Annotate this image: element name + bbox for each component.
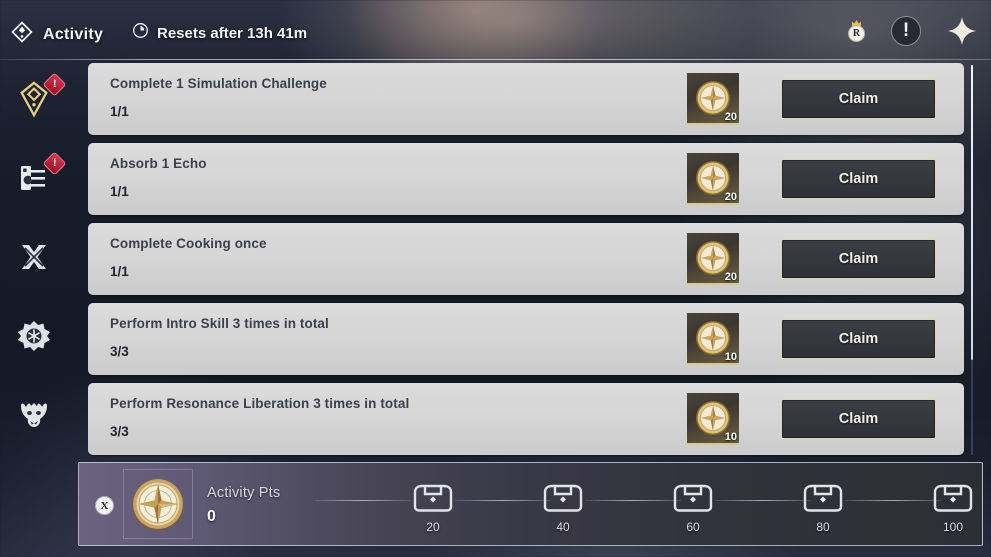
table-row[interactable]: Perform Resonance Liberation 3 times in …	[88, 383, 964, 455]
clock-icon	[132, 22, 149, 44]
scroll-board-icon: !	[14, 151, 67, 198]
dragon-head-icon	[14, 395, 54, 435]
page-title-label: Activity	[43, 25, 104, 43]
task-progress: 3/3	[110, 344, 129, 359]
claim-button[interactable]: Claim	[781, 399, 936, 439]
compass-medal-icon: 10	[687, 313, 739, 365]
sidebar-item-events[interactable]	[0, 297, 68, 375]
task-title: Complete 1 Simulation Challenge	[110, 76, 327, 91]
header-divider	[0, 59, 991, 60]
milestone-value: 20	[426, 520, 440, 534]
chest-icon	[933, 484, 973, 512]
milestone-connector	[715, 500, 811, 501]
sidebar-item-activity[interactable]: !	[0, 60, 68, 138]
header-bar: Activity Resets after 13h 41m R !	[0, 0, 991, 60]
scrollbar-thumb[interactable]	[971, 65, 973, 360]
milestone-value: 60	[686, 520, 700, 534]
sidebar-item-bestiary[interactable]	[0, 376, 68, 454]
milestone-connector	[455, 500, 551, 501]
sidebar-item-combat[interactable]	[0, 218, 68, 296]
notification-mark: !	[52, 156, 57, 169]
activity-diamond-icon	[10, 20, 34, 49]
gold-diamond-icon: !	[14, 72, 67, 119]
sidebar-selection-indicator	[68, 122, 70, 204]
task-list[interactable]: Complete 1 Simulation Challenge 1/1 20 C…	[88, 63, 964, 457]
milestone-40[interactable]: 40	[541, 483, 585, 534]
claim-button[interactable]: Claim	[781, 159, 936, 199]
milestone-20[interactable]: 20	[411, 483, 455, 534]
task-title: Absorb 1 Echo	[110, 156, 207, 171]
compass-medal-icon: 20	[687, 73, 739, 125]
header-icon-group: R !	[847, 10, 979, 52]
crowned-r-badge-icon[interactable]: R	[847, 20, 867, 42]
page-title: Activity	[10, 20, 103, 49]
chest-icon	[413, 484, 453, 512]
task-title: Complete Cooking once	[110, 236, 267, 251]
activity-points-label: Activity Pts	[207, 485, 281, 501]
milestone-value: 80	[816, 520, 830, 534]
task-progress: 1/1	[110, 264, 129, 279]
task-progress: 3/3	[110, 424, 129, 439]
milestone-80[interactable]: 80	[801, 483, 845, 534]
reward-count: 20	[724, 191, 737, 203]
chest-icon	[803, 484, 843, 512]
crossed-blades-icon	[14, 237, 54, 277]
compass-medal-icon: 20	[687, 153, 739, 205]
claim-button[interactable]: Claim	[781, 239, 936, 279]
table-row[interactable]: Complete Cooking once 1/1 20 Claim	[88, 223, 964, 295]
activity-points-panel: X Activity Pts 0 20 40 60 80 100	[78, 462, 983, 546]
close-star-icon[interactable]	[945, 14, 979, 48]
sidebar: ! !	[0, 60, 68, 457]
reset-timer-label: Resets after 13h 41m	[157, 24, 308, 42]
exclamation-icon[interactable]: !	[891, 16, 921, 46]
milestone-connector	[845, 500, 941, 501]
reset-timer: Resets after 13h 41m	[132, 22, 307, 44]
milestone-connector	[585, 500, 681, 501]
notification-mark: !	[52, 77, 57, 90]
reward-count: 10	[724, 431, 737, 443]
milestone-connector	[315, 500, 411, 501]
table-row[interactable]: Perform Intro Skill 3 times in total 3/3…	[88, 303, 964, 375]
task-title: Perform Intro Skill 3 times in total	[110, 316, 329, 331]
table-row[interactable]: Absorb 1 Echo 1/1 20 Claim	[88, 143, 964, 215]
task-progress: 1/1	[110, 184, 129, 199]
chest-icon	[673, 484, 713, 512]
compass-medal-icon: 20	[687, 233, 739, 285]
table-row[interactable]: Complete 1 Simulation Challenge 1/1 20 C…	[88, 63, 964, 135]
compass-medal-icon	[123, 469, 193, 539]
reward-count: 20	[724, 111, 737, 123]
milestone-value: 40	[556, 520, 570, 534]
claim-button[interactable]: Claim	[781, 319, 936, 359]
milestone-100[interactable]: 100	[931, 483, 975, 534]
rank-letter: R	[848, 25, 865, 42]
close-icon[interactable]: X	[95, 496, 114, 515]
reward-count: 10	[724, 351, 737, 363]
milestone-value: 100	[942, 520, 964, 534]
activity-points-value: 0	[207, 508, 216, 525]
task-progress: 1/1	[110, 104, 129, 119]
reward-count: 20	[724, 271, 737, 283]
milestone-track: 20 40 60 80 100	[315, 463, 980, 547]
milestone-60[interactable]: 60	[671, 483, 715, 534]
task-title: Perform Resonance Liberation 3 times in …	[110, 396, 410, 411]
gear-snowflake-icon	[14, 316, 54, 356]
sidebar-item-missions[interactable]: !	[0, 139, 68, 217]
chest-icon	[543, 484, 583, 512]
claim-button[interactable]: Claim	[781, 79, 936, 119]
compass-medal-icon: 10	[687, 393, 739, 445]
